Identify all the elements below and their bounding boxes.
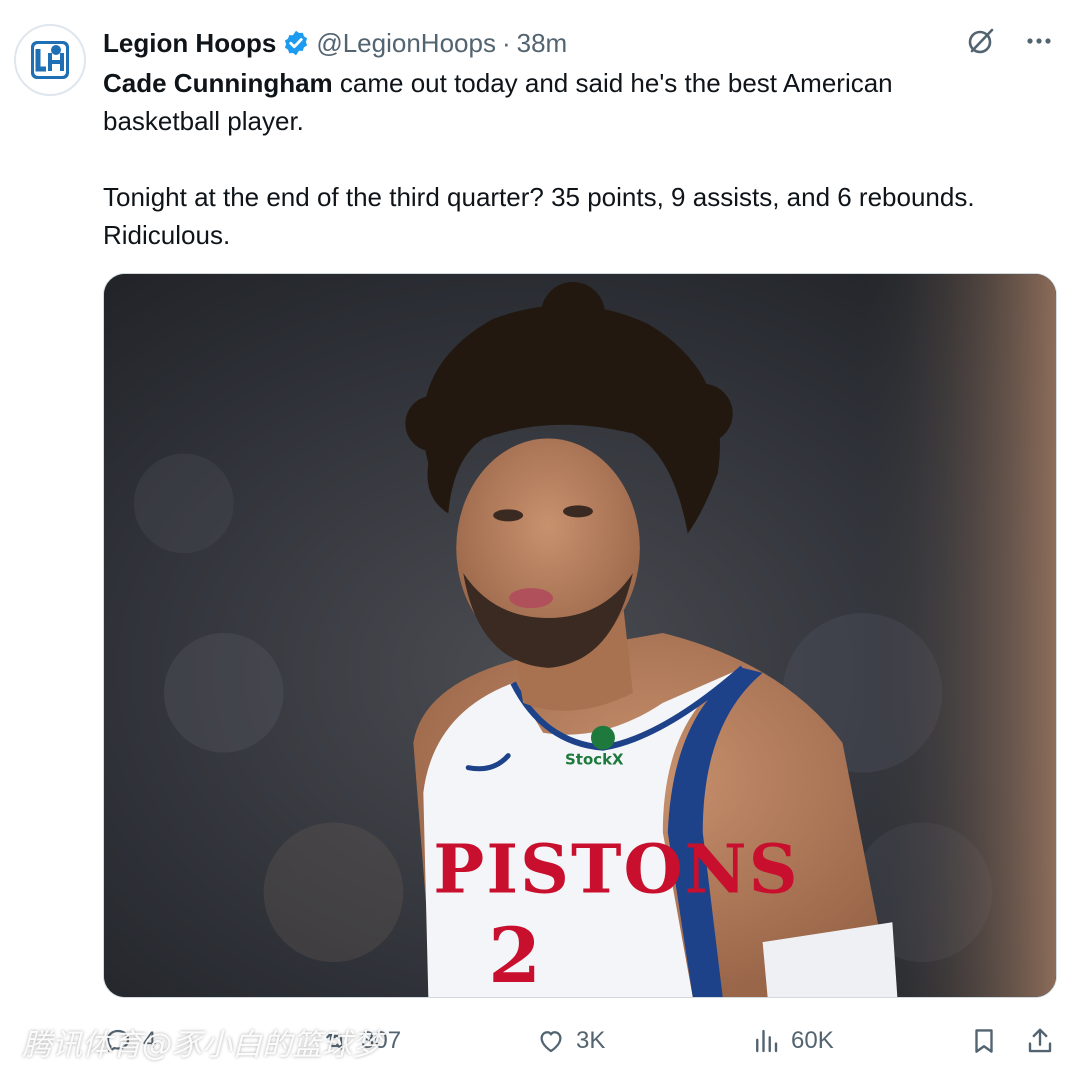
- tweet-paragraph-2: Tonight at the end of the third quarter?…: [103, 182, 975, 250]
- tweet-header: Legion Hoops @LegionHoops · 38m: [103, 24, 567, 62]
- views-icon: [756, 1029, 778, 1053]
- reply-button[interactable]: 4: [103, 1018, 156, 1064]
- tweet-paragraph-1: Cade Cunningham came out today and said …: [103, 64, 1003, 140]
- like-icon: [540, 1031, 562, 1053]
- tweet-text: Cade Cunningham came out today and said …: [103, 64, 1003, 254]
- avatar[interactable]: [14, 24, 86, 96]
- more-icon[interactable]: [1020, 22, 1058, 60]
- timestamp[interactable]: 38m: [517, 28, 568, 59]
- handle[interactable]: @LegionHoops: [316, 28, 496, 59]
- display-name[interactable]: Legion Hoops: [103, 28, 276, 59]
- retweet-count: 307: [361, 1027, 402, 1054]
- like-count: 3K: [576, 1027, 606, 1054]
- share-button[interactable]: [1025, 1018, 1055, 1064]
- views-button[interactable]: 60K: [751, 1018, 834, 1064]
- top-actions: [962, 22, 1058, 60]
- reply-icon: [106, 1029, 130, 1053]
- reply-count: 4: [143, 1027, 157, 1054]
- retweet-button[interactable]: 307: [321, 1018, 401, 1064]
- bookmark-button[interactable]: [969, 1018, 999, 1064]
- tweet-card: Legion Hoops @LegionHoops · 38m Cade Cun…: [0, 0, 1080, 1075]
- player-name: Cade Cunningham: [103, 68, 333, 98]
- action-bar: 4 307 3K 60K: [103, 1018, 1058, 1064]
- jersey-number-text: 2: [488, 911, 541, 997]
- like-button[interactable]: 3K: [536, 1018, 605, 1064]
- verified-badge-icon: [285, 30, 308, 56]
- grok-icon[interactable]: [962, 22, 1000, 60]
- retweet-icon: [326, 1032, 346, 1050]
- share-icon: [1028, 1028, 1052, 1053]
- tweet-photo[interactable]: PISTONS 2 StockX: [103, 273, 1057, 998]
- jersey-sponsor-text: StockX: [565, 751, 624, 769]
- bookmark-icon: [975, 1029, 993, 1053]
- player-photo-illustration: PISTONS 2 StockX: [104, 274, 1056, 997]
- legion-hoops-logo-icon: [31, 41, 69, 79]
- jersey-team-text: PISTONS: [433, 828, 799, 908]
- views-count: 60K: [791, 1027, 834, 1054]
- separator-dot: ·: [501, 27, 511, 58]
